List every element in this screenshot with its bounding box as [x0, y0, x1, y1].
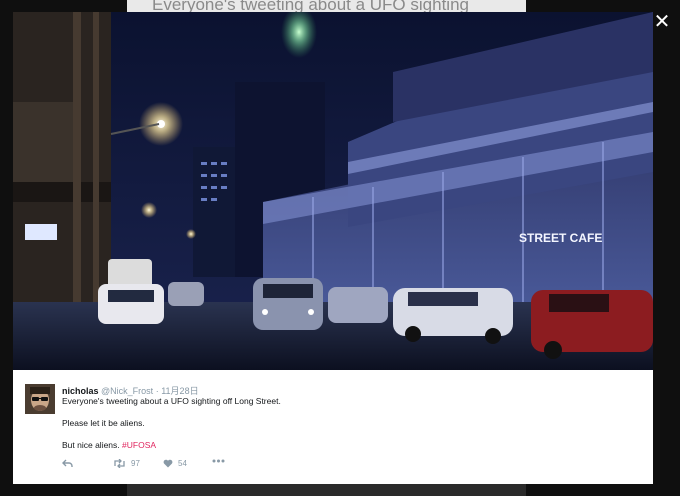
- like-count: 54: [178, 459, 187, 468]
- tweet-photo[interactable]: STREET CAFE: [13, 12, 653, 370]
- close-button[interactable]: ✕: [652, 12, 672, 32]
- heart-icon: [163, 459, 173, 468]
- more-dots-icon: [212, 459, 225, 463]
- tweet-line-3: But nice aliens. #UFOSA: [62, 440, 622, 451]
- tweet-line-2: Please let it be aliens.: [62, 418, 145, 428]
- reply-button[interactable]: [62, 459, 73, 468]
- tweet-text: Everyone's tweeting about a UFO sighting…: [62, 396, 622, 451]
- tweet-line-1: Everyone's tweeting about a UFO sighting…: [62, 396, 281, 406]
- tweet-line-3-text: But nice aliens.: [62, 440, 120, 450]
- display-name[interactable]: nicholas: [62, 386, 99, 396]
- user-handle[interactable]: @Nick_Frost: [101, 386, 153, 396]
- street-scene-image: STREET CAFE: [13, 12, 653, 370]
- close-icon: ✕: [653, 11, 671, 33]
- more-button[interactable]: [212, 459, 225, 463]
- tweet-date[interactable]: 11月28日: [161, 386, 198, 396]
- avatar-image: [25, 384, 55, 414]
- tweet-card: nicholas @Nick_Frost · 11月28日 Everyone's…: [13, 370, 653, 484]
- retweet-button[interactable]: 97: [113, 459, 140, 468]
- retweet-count: 97: [131, 459, 140, 468]
- hashtag-link[interactable]: #UFOSA: [122, 440, 156, 450]
- like-button[interactable]: 54: [163, 459, 187, 468]
- reply-icon: [62, 459, 73, 467]
- background-tweet-text: Everyone's tweeting about a UFO sighting: [127, 0, 526, 12]
- background-title: Everyone's tweeting about a UFO sighting: [152, 0, 469, 12]
- retweet-icon: [114, 459, 125, 468]
- street-cafe-sign: STREET CAFE: [519, 231, 602, 245]
- avatar[interactable]: [25, 384, 55, 414]
- background-panel: [127, 484, 526, 496]
- separator: ·: [155, 386, 159, 396]
